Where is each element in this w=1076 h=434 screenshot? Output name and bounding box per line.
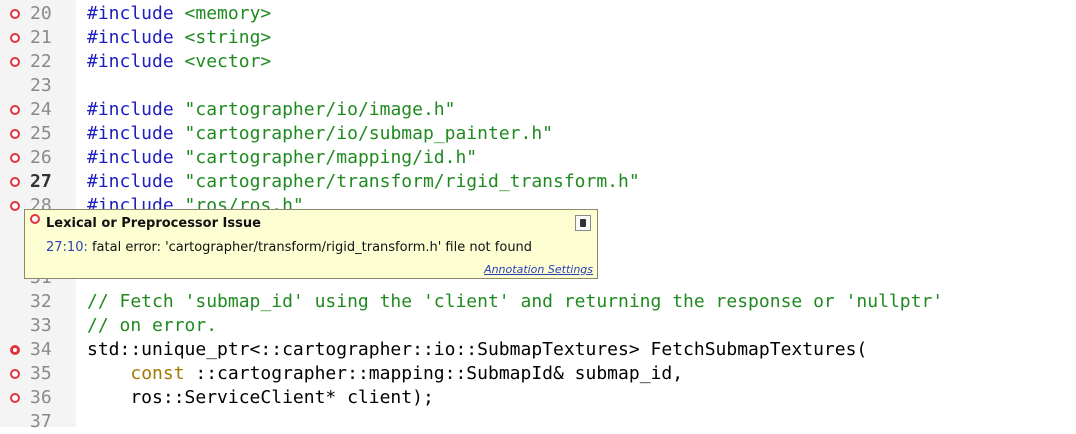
error-text: fatal error: 'cartographer/transform/rig… xyxy=(87,240,533,255)
tooltip-message: 27:10: fatal error: 'cartographer/transf… xyxy=(46,240,532,255)
code-token: "cartographer/transform/rigid_transform.… xyxy=(184,171,640,192)
code-line[interactable]: 27 #include "cartographer/transform/rigid… xyxy=(0,170,1076,194)
code-text: #include <vector> xyxy=(87,52,271,72)
line-number: 21 xyxy=(30,27,52,48)
line-number: 22 xyxy=(30,51,52,72)
code-text: ros::ServiceClient* client); xyxy=(87,387,434,408)
line-number: 33 xyxy=(30,315,52,336)
code-text: // Fetch 'submap_id' using the 'client' … xyxy=(87,292,943,312)
error-marker-icon[interactable] xyxy=(10,345,20,355)
code-line[interactable]: 25 #include "cartographer/io/submap_paint… xyxy=(0,122,1076,146)
code-token: #include xyxy=(87,3,185,24)
code-token: #include xyxy=(87,171,185,192)
code-text: const ::cartographer::mapping::SubmapId&… xyxy=(87,364,683,384)
line-number: 37 xyxy=(30,411,52,432)
code-token: ros::ServiceClient* client); xyxy=(87,387,434,408)
tooltip-title: Lexical or Preprocessor Issue xyxy=(46,216,261,231)
code-token: #include xyxy=(87,27,185,48)
code-line[interactable]: 23 xyxy=(0,74,1076,98)
code-token: <memory> xyxy=(184,3,272,24)
code-token: <string> xyxy=(184,27,272,48)
code-line[interactable]: 21 #include <string> xyxy=(0,26,1076,50)
code-text: std::unique_ptr<::cartographer::io::Subm… xyxy=(87,340,867,360)
code-token: ::cartographer::mapping::SubmapId& subma… xyxy=(184,363,684,384)
code-text: #include "cartographer/transform/rigid_t… xyxy=(87,172,640,192)
code-line[interactable]: 34 std::unique_ptr<::cartographer::io::Su… xyxy=(0,338,1076,362)
code-token: // Fetch 'submap_id' using the 'client' … xyxy=(87,291,944,312)
line-number: 35 xyxy=(30,363,52,384)
code-token: <vector> xyxy=(184,51,272,72)
warning-marker-icon[interactable] xyxy=(10,129,20,139)
code-text: #include <string> xyxy=(87,28,271,48)
annotation-tooltip: Lexical or Preprocessor Issue 27:10: fat… xyxy=(24,209,598,279)
code-token: std::unique_ptr<::cartographer::io::Subm… xyxy=(87,339,868,360)
error-icon xyxy=(30,214,40,224)
code-text: #include "cartographer/mapping/id.h" xyxy=(87,148,477,168)
code-token: #include xyxy=(87,147,185,168)
code-line[interactable]: 20 #include <memory> xyxy=(0,2,1076,26)
code-token: #include xyxy=(87,51,185,72)
line-number: 20 xyxy=(30,3,52,24)
warning-marker-icon[interactable] xyxy=(10,177,20,187)
line-number: 25 xyxy=(30,123,52,144)
line-number: 34 xyxy=(30,339,52,360)
code-token: "cartographer/io/submap_painter.h" xyxy=(184,123,554,144)
code-text: #include "cartographer/io/image.h" xyxy=(87,100,455,120)
code-token: "cartographer/mapping/id.h" xyxy=(184,147,478,168)
code-token: #include xyxy=(87,123,185,144)
code-token: "cartographer/io/image.h" xyxy=(184,99,456,120)
code-line[interactable]: 22 #include <vector> xyxy=(0,50,1076,74)
code-line[interactable]: 37 xyxy=(0,410,1076,434)
warning-marker-icon[interactable] xyxy=(10,201,20,211)
code-line[interactable]: 24 #include "cartographer/io/image.h" xyxy=(0,98,1076,122)
line-number: 36 xyxy=(30,387,52,408)
line-number: 24 xyxy=(30,99,52,120)
warning-marker-icon[interactable] xyxy=(10,105,20,115)
error-location: 27:10: xyxy=(46,240,88,255)
code-text: #include <memory> xyxy=(87,4,271,24)
warning-marker-icon[interactable] xyxy=(10,57,20,67)
line-number: 26 xyxy=(30,147,52,168)
code-line[interactable]: 35 const ::cartographer::mapping::Submap… xyxy=(0,362,1076,386)
line-number: 27 xyxy=(30,171,52,192)
code-token: const xyxy=(130,363,185,384)
warning-marker-icon[interactable] xyxy=(10,393,20,403)
pin-tooltip-icon[interactable] xyxy=(575,215,591,231)
code-text: // on error. xyxy=(87,316,217,336)
code-token: // on error. xyxy=(87,315,218,336)
code-token: #include xyxy=(87,99,185,120)
warning-marker-icon[interactable] xyxy=(10,33,20,43)
code-text: #include "cartographer/io/submap_painter… xyxy=(87,124,553,144)
code-line[interactable]: 26 #include "cartographer/mapping/id.h" xyxy=(0,146,1076,170)
annotation-settings-link[interactable]: Annotation Settings xyxy=(484,263,593,276)
line-number: 23 xyxy=(30,75,52,96)
warning-marker-icon[interactable] xyxy=(10,9,20,19)
code-line[interactable]: 33 // on error. xyxy=(0,314,1076,338)
code-line[interactable]: 32 // Fetch 'submap_id' using the 'client… xyxy=(0,290,1076,314)
code-line[interactable]: 36 ros::ServiceClient* client); xyxy=(0,386,1076,410)
warning-marker-icon[interactable] xyxy=(10,153,20,163)
line-number: 32 xyxy=(30,291,52,312)
warning-marker-icon[interactable] xyxy=(10,369,20,379)
